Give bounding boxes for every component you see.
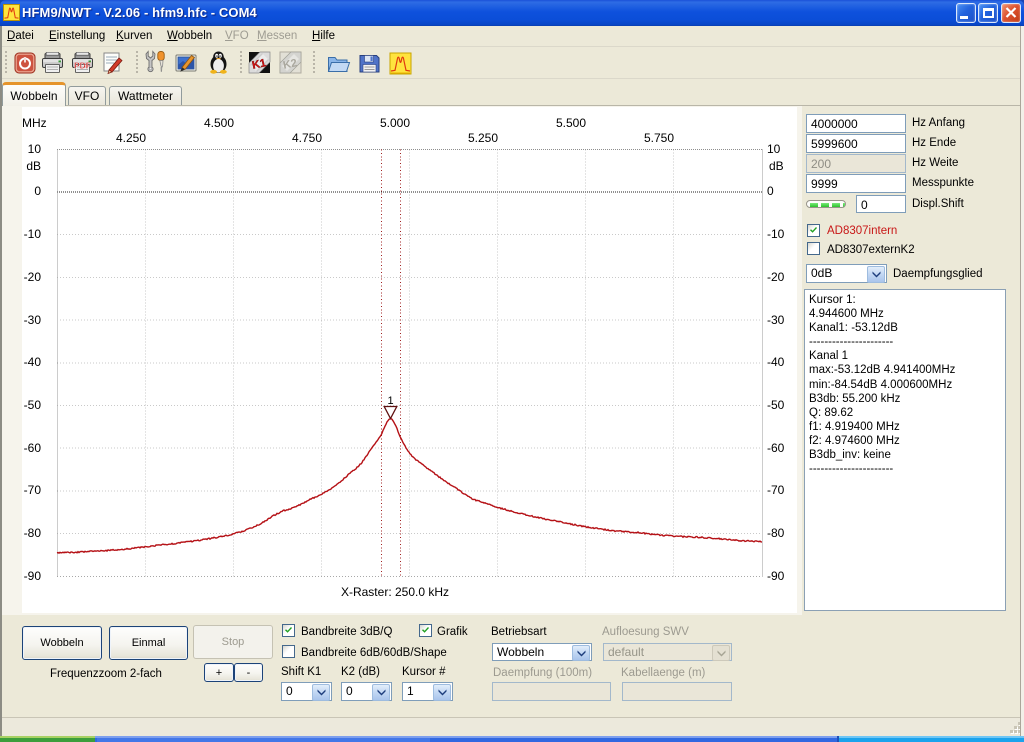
svg-text:10: 10 — [28, 142, 42, 156]
svg-text:-20: -20 — [767, 270, 785, 284]
svg-text:-10: -10 — [24, 227, 42, 241]
svg-text:-40: -40 — [24, 355, 42, 369]
svg-text:4.750: 4.750 — [292, 131, 322, 145]
svg-text:-70: -70 — [24, 483, 42, 497]
svg-text:MHz: MHz — [22, 116, 47, 130]
svg-text:-80: -80 — [24, 526, 42, 540]
svg-text:-10: -10 — [767, 227, 785, 241]
svg-text:-30: -30 — [24, 313, 42, 327]
svg-text:-30: -30 — [767, 313, 785, 327]
svg-text:-80: -80 — [767, 526, 785, 540]
svg-text:-70: -70 — [767, 483, 785, 497]
svg-text:-90: -90 — [24, 569, 42, 583]
svg-text:4.250: 4.250 — [116, 131, 146, 145]
svg-text:-20: -20 — [24, 270, 42, 284]
svg-text:-50: -50 — [24, 398, 42, 412]
svg-text:dB: dB — [26, 159, 41, 173]
svg-text:PDF: PDF — [74, 61, 91, 71]
svg-text:5.000: 5.000 — [380, 116, 410, 130]
svg-text:0: 0 — [767, 184, 774, 198]
svg-text:4.500: 4.500 — [204, 116, 234, 130]
svg-text:-90: -90 — [767, 569, 785, 583]
svg-text:-60: -60 — [767, 441, 785, 455]
svg-text:-50: -50 — [767, 398, 785, 412]
svg-text:10: 10 — [767, 142, 781, 156]
svg-text:-60: -60 — [24, 441, 42, 455]
svg-text:1: 1 — [387, 395, 393, 407]
svg-text:0: 0 — [34, 184, 41, 198]
svg-text:5.750: 5.750 — [644, 131, 674, 145]
svg-text:X-Raster: 250.0 kHz: X-Raster: 250.0 kHz — [341, 585, 449, 599]
svg-text:-40: -40 — [767, 355, 785, 369]
svg-text:dB: dB — [769, 159, 784, 173]
svg-text:5.250: 5.250 — [468, 131, 498, 145]
svg-text:5.500: 5.500 — [556, 116, 586, 130]
